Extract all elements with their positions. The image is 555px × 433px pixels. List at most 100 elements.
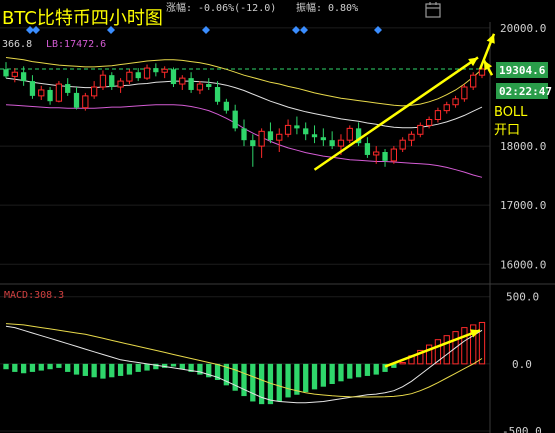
macd-panel [3, 321, 486, 405]
annotation-line1: BOLL [494, 105, 528, 120]
macd-label: MACD:308.3 [4, 290, 64, 301]
macd-bar [250, 363, 256, 402]
candle-body [408, 133, 415, 141]
candle-body [117, 80, 124, 88]
macd-bar [144, 363, 150, 371]
candle-body [214, 87, 221, 102]
candle-body [206, 84, 212, 87]
macd-bar [29, 363, 36, 372]
amplitude-label: 振幅: [296, 1, 322, 14]
signal-diamond [202, 26, 210, 34]
candle-body [276, 133, 283, 141]
macd-tick: 0.0 [512, 358, 532, 371]
trend-arrows [313, 33, 496, 368]
candle-body [47, 89, 53, 102]
candle-body [29, 81, 36, 96]
candle-body [311, 134, 318, 138]
macd-bar [170, 363, 177, 367]
macd-bar [276, 363, 282, 402]
candle-body [65, 84, 71, 93]
price-tick: 17000.0 [500, 199, 546, 212]
signal-diamond [300, 26, 308, 34]
macd-bar [338, 363, 344, 382]
macd-bar [82, 363, 88, 376]
boll-lb-value: LB:17472.6 [46, 39, 106, 50]
macd-bar [91, 363, 97, 378]
signal-diamond [374, 26, 382, 34]
macd-bar [47, 363, 53, 370]
candle-body [337, 139, 345, 147]
macd-bar [478, 321, 486, 365]
macd-bar [100, 363, 106, 379]
macd-bar [20, 363, 27, 374]
candle-body [303, 128, 309, 135]
candle-body [417, 124, 424, 135]
candle-body [99, 74, 107, 88]
candle-body [470, 74, 477, 88]
macd-bar [65, 363, 71, 372]
calendar-icon[interactable] [425, 2, 441, 18]
candle-body [109, 75, 115, 87]
macd-bar [355, 363, 362, 378]
candle-body [390, 148, 397, 162]
macd-bar [73, 363, 80, 375]
candle-body [478, 68, 486, 76]
candle-body [461, 86, 468, 100]
macd-bar [109, 363, 115, 378]
macd-bar [311, 363, 318, 390]
current-price-label: 19304.6 [499, 64, 546, 77]
candle-body [250, 140, 256, 147]
candle-body [161, 68, 168, 73]
candle-body [346, 127, 353, 141]
macd-bar [126, 363, 133, 375]
macd-bar [3, 363, 9, 370]
candle-body [170, 69, 177, 85]
candle-body [399, 139, 406, 150]
macd-bar [320, 363, 326, 387]
macd-bar [285, 363, 291, 398]
candle-body [38, 89, 45, 97]
macd-tick: 500.0 [506, 291, 539, 304]
macd-bar [329, 363, 335, 384]
candle-body [258, 130, 265, 147]
macd-bar [443, 335, 450, 365]
candle-body [126, 71, 133, 82]
candle-body [55, 83, 63, 102]
price-tick: 18000.0 [500, 140, 546, 153]
macd-bar [135, 363, 141, 372]
candle-body [188, 78, 194, 90]
candle-body [135, 72, 141, 79]
chart-title: BTC比特币四小时图 [2, 8, 163, 29]
candle-body [452, 98, 459, 106]
price-tick: 20000.0 [500, 22, 546, 35]
macd-bar [241, 363, 247, 397]
candle-body [434, 110, 442, 120]
candle-body [223, 101, 230, 111]
macd-bar [347, 363, 353, 379]
macd-bar [461, 327, 468, 365]
macd-bar [373, 363, 379, 375]
candle-body [320, 137, 326, 141]
macd-tick: -500.0 [502, 425, 542, 433]
amplitude-value: 0.80% [328, 3, 358, 14]
candle-body [3, 69, 9, 77]
candle-body [443, 104, 450, 112]
price-tick: 16000.0 [500, 258, 546, 271]
annotation-line2: 开口 [494, 123, 520, 138]
candle-body [73, 92, 80, 108]
macd-bar [56, 363, 62, 368]
candle-body [373, 151, 380, 156]
candle-body [82, 95, 89, 109]
candle-body [284, 124, 292, 135]
macd-bar [12, 363, 18, 372]
candle-body [153, 68, 159, 73]
candle-body [364, 143, 371, 155]
macd-bar [364, 363, 371, 376]
btc-4h-chart: BTC比特币四小时图 涨幅: -0.06%(-12.0) 振幅: 0.80% 3… [0, 1, 555, 433]
change-value: -0.06%(-12.0) [198, 3, 276, 14]
candle-body [232, 110, 238, 129]
candle-body [294, 125, 300, 129]
candle-body [91, 86, 98, 97]
boll-mid-value: 366.8 [2, 39, 32, 50]
candle-body [329, 140, 335, 147]
